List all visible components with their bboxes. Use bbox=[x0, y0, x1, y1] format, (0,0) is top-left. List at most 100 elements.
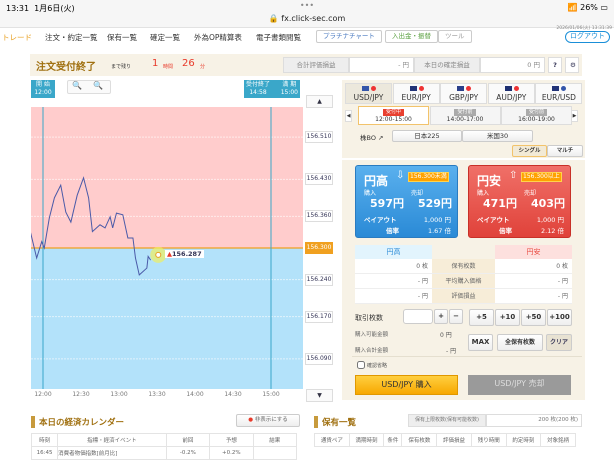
nav-documents[interactable]: 電子書類閲覧 bbox=[256, 32, 301, 43]
pair-label: EUR/JPY bbox=[401, 93, 431, 102]
position-low: - 円 bbox=[495, 274, 572, 289]
slot-time: 12:00-15:00 bbox=[375, 116, 412, 123]
chart-scroll-up[interactable]: ▲ bbox=[306, 95, 333, 108]
flag-icon bbox=[409, 86, 417, 91]
table-cell: 16:45 bbox=[30, 446, 59, 460]
low-rate-label: 倍率 bbox=[499, 227, 512, 235]
quick-10-button[interactable]: +10 bbox=[495, 309, 520, 326]
low-rate: 2.12 倍 bbox=[540, 227, 564, 235]
pair-tab[interactable]: GBP/JPY bbox=[440, 83, 488, 104]
high-payout-label: ペイアウト bbox=[364, 216, 397, 224]
slot-next-icon[interactable]: ▶ bbox=[571, 110, 578, 122]
high-rate: 1.67 倍 bbox=[427, 227, 451, 235]
nav-holdings[interactable]: 保有一覧 bbox=[107, 32, 137, 43]
qty-input[interactable] bbox=[403, 309, 433, 324]
nav-orders[interactable]: 注文・約定一覧 bbox=[45, 32, 98, 43]
all-holdings-button[interactable]: 全保有枚数 bbox=[497, 334, 543, 351]
buy-button[interactable]: USD/JPY 購入 bbox=[355, 375, 458, 395]
max-button[interactable]: MAX bbox=[468, 334, 493, 351]
multi-mode-tab[interactable]: マルチ bbox=[547, 145, 583, 157]
yen-high-card[interactable]: 円高 ⇩ 156.300未満 購入 597円 売却 529円 ペイアウト 1,0… bbox=[355, 165, 458, 238]
holdings-header: 通貨ペア 満期時刻 条件 保有枚数 評価損益 残り時間 約定時刻 対象銘柄 bbox=[314, 433, 576, 447]
y-axis-label: 156.300 bbox=[305, 242, 333, 254]
zoom-out-icon[interactable]: 🔍 bbox=[72, 81, 82, 90]
total-label: 購入合計金額 bbox=[355, 348, 389, 354]
pin-icon: ● bbox=[248, 417, 253, 423]
avail-value: 0 円 bbox=[440, 332, 452, 339]
slot-time: 14:00-17:00 bbox=[446, 116, 484, 123]
above-strike-zone bbox=[31, 107, 303, 248]
position-label: 評価損益 bbox=[432, 289, 495, 304]
total-value: - 円 bbox=[446, 348, 457, 355]
zoom-controls: 🔍 🔍 bbox=[67, 80, 111, 94]
nav-trade[interactable]: トレード bbox=[2, 32, 32, 43]
pair-tab[interactable]: AUD/JPY bbox=[487, 83, 535, 104]
help-icon[interactable]: ? bbox=[548, 57, 562, 73]
low-buy-price[interactable]: 471円 bbox=[483, 195, 517, 211]
url-bar[interactable]: 🔒 fx.click-sec.com bbox=[0, 14, 614, 23]
position-label: 保有枚数 bbox=[432, 259, 495, 274]
qty-plus-button[interactable]: + bbox=[434, 309, 448, 324]
quick-5-button[interactable]: +5 bbox=[469, 309, 494, 326]
pair-tab[interactable]: EUR/JPY bbox=[392, 83, 440, 104]
clear-button[interactable]: クリア bbox=[546, 334, 572, 351]
sell-button[interactable]: USD/JPY 売却 bbox=[468, 375, 571, 395]
minutes-unit: 分 bbox=[200, 64, 206, 70]
pair-label: USD/JPY bbox=[353, 93, 384, 102]
zoom-in-icon[interactable]: 🔍 bbox=[93, 81, 103, 90]
high-title: 円高 bbox=[364, 174, 389, 188]
end-tag: 受付終了 14:58 満 期 15:00 bbox=[244, 80, 300, 98]
tab-dots[interactable]: ••• bbox=[0, 1, 614, 10]
yen-low-card[interactable]: 円安 ⇧ 156.300以上 購入 471円 売却 403円 ペイアウト 1,0… bbox=[468, 165, 571, 238]
nav-settled[interactable]: 確定一覧 bbox=[150, 32, 180, 43]
slot-time: 16:00-19:00 bbox=[518, 116, 555, 123]
pair-label: GBP/JPY bbox=[449, 93, 479, 102]
position-label: 平均購入価格 bbox=[432, 274, 495, 289]
y-axis-label: 156.430 bbox=[305, 173, 333, 186]
logout-button[interactable]: ログアウト bbox=[565, 31, 610, 43]
arrow-down-icon: ⇩ bbox=[396, 170, 405, 181]
time-slot[interactable]: 受付前 14:00-17:00 bbox=[429, 106, 501, 125]
x-axis-label: 14:00 bbox=[186, 391, 204, 398]
single-mode-tab[interactable]: シングル bbox=[512, 145, 547, 157]
tools-button[interactable]: ツール bbox=[438, 30, 472, 43]
pair-tab[interactable]: USD/JPY bbox=[345, 83, 392, 104]
slot-status: 受付中 bbox=[382, 109, 404, 116]
today-pl-value: 0 円 bbox=[480, 57, 545, 73]
nikkei225-button[interactable]: 日本225 bbox=[392, 130, 462, 142]
flag-icon bbox=[371, 86, 376, 91]
quick-50-button[interactable]: +50 bbox=[521, 309, 546, 326]
y-axis-label: 156.240 bbox=[305, 273, 333, 286]
slot-prev-icon[interactable]: ◀ bbox=[345, 110, 352, 122]
slot-status: 受付前 bbox=[525, 109, 547, 116]
calendar-row: 16:45 消費者物価指数[前月比] -0.2% +0.2% bbox=[30, 446, 298, 460]
flag-icon bbox=[513, 86, 519, 91]
hide-calendar-button[interactable]: ● 非表示にする bbox=[236, 414, 300, 427]
remain-hours: 1 bbox=[152, 58, 159, 69]
deposit-button[interactable]: 入出金・振替 bbox=[385, 30, 438, 43]
pair-tab[interactable]: EUR/USD bbox=[535, 83, 583, 104]
low-sell-price[interactable]: 403円 bbox=[531, 195, 565, 211]
platinum-chart-button[interactable]: プラチナチャート bbox=[316, 30, 382, 43]
qty-minus-button[interactable]: − bbox=[449, 309, 463, 324]
quick-100-button[interactable]: +100 bbox=[547, 309, 572, 326]
table-cell: 残り時間 bbox=[470, 433, 507, 447]
skip-confirm-checkbox[interactable] bbox=[357, 361, 365, 369]
high-buy-price[interactable]: 597円 bbox=[370, 195, 404, 211]
stock-bo-link[interactable]: 株BO ↗ bbox=[360, 132, 383, 142]
high-sell-price[interactable]: 529円 bbox=[418, 195, 452, 211]
table-cell: -0.2% bbox=[165, 446, 211, 460]
today-pl-label: 本日の確定損益 bbox=[414, 57, 480, 73]
price-chart[interactable] bbox=[31, 107, 303, 389]
current-price-point bbox=[155, 251, 162, 258]
current-price-label: ▲156.287 bbox=[165, 250, 204, 258]
us30-button[interactable]: 米国30 bbox=[462, 130, 533, 142]
time-slot[interactable]: 受付中 12:00-15:00 bbox=[358, 106, 429, 125]
order-status-bar: 注文受付終了 まで残り 1 時間 26 分 合計評価損益 - 円 本日の確定損益… bbox=[30, 54, 582, 76]
time-slot[interactable]: 受付前 16:00-19:00 bbox=[501, 106, 572, 125]
chart-scroll-down[interactable]: ▼ bbox=[306, 389, 333, 402]
x-axis-label: 12:00 bbox=[34, 391, 52, 398]
nav-op-table[interactable]: 外為OP精算表 bbox=[194, 32, 242, 43]
gear-icon[interactable]: ⚙ bbox=[565, 57, 579, 73]
hours-unit: 時間 bbox=[163, 64, 174, 70]
